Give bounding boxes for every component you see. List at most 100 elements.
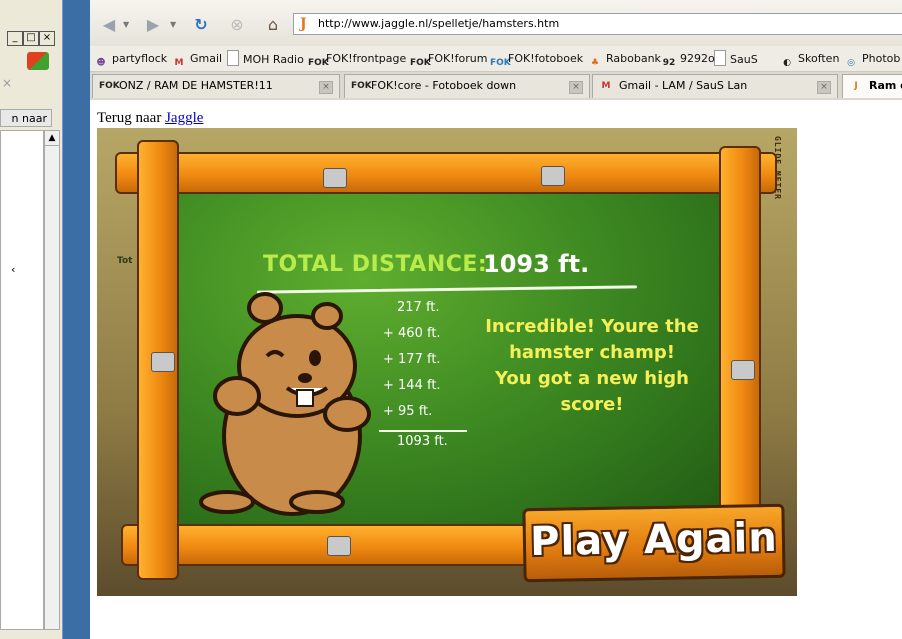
bookmark-label: partyflock <box>112 52 168 65</box>
photobucket-icon: ◎ <box>847 58 855 68</box>
9292ov-icon: 92 <box>662 58 676 68</box>
rabobank-icon: ♣ <box>590 58 600 68</box>
bookmarks-toolbar: ☻ partyflock M Gmail MOH Radio FOKFOK!frontpa… <box>90 46 902 72</box>
browser-window: ◀ ▼ ▶ ▼ ↻ ⊗ ⌂ J http://www.jaggle.nl/spe… <box>90 0 902 100</box>
bookmark-label: MOH Radio <box>243 53 304 66</box>
bracket-icon <box>151 352 175 372</box>
sum-line <box>379 430 467 432</box>
message-line: score! <box>560 394 624 415</box>
minimize-button[interactable]: _ <box>7 31 23 46</box>
page-content: Terug naar Jaggle Tot GLIDE METER TOTAL … <box>90 101 902 639</box>
fok-icon: FOK <box>99 81 120 91</box>
jaggle-icon: J <box>854 81 858 91</box>
tab-bar: FOK ONZ / RAM DE HAMSTER!11 × FOK FOK!core -… <box>90 72 902 100</box>
close-icon[interactable]: × <box>569 81 583 94</box>
bookmark-label: SauS <box>730 53 758 66</box>
bracket-icon <box>323 168 347 188</box>
background-window: _ □ × × n naar ‹ ▲ <box>0 0 63 639</box>
bookmark-label: Gmail <box>190 52 223 65</box>
bookmark-label: FOK!forum <box>428 52 488 65</box>
hamster-icon <box>199 292 371 516</box>
gmail-icon: M <box>174 58 184 68</box>
fok-icon: FOK <box>490 58 511 68</box>
bracket-icon <box>541 166 565 186</box>
bookmark-item[interactable]: FOKFOK!frontpage <box>308 50 407 68</box>
windows-logo-icon <box>27 52 49 70</box>
url-text[interactable]: http://www.jaggle.nl/spelletje/hamsters.… <box>318 17 559 30</box>
bookmark-item[interactable]: MOH Radio <box>227 50 304 67</box>
browser-tab[interactable]: J Ram d <box>842 74 902 98</box>
chevron-down-icon[interactable]: ▼ <box>170 20 176 29</box>
background-list: ‹ <box>0 130 44 630</box>
bookmark-label: FOK!fotoboek <box>508 52 584 65</box>
browser-tab[interactable]: FOK ONZ / RAM DE HAMSTER!11 × <box>92 74 340 98</box>
total-distance-label: TOTAL DISTANCE: <box>263 252 488 277</box>
tab-label: Gmail - LAM / SauS Lan <box>619 79 748 92</box>
top-plank <box>115 152 777 194</box>
close-icon[interactable]: × <box>319 81 333 94</box>
bookmark-item[interactable]: ◎ Photob <box>844 50 901 68</box>
skoften-icon: ◐ <box>783 58 791 68</box>
partyflock-icon: ☻ <box>96 58 106 68</box>
distance-item: + 95 ft. <box>383 404 433 419</box>
scroll-up-arrow-icon[interactable]: ▲ <box>45 131 59 146</box>
chevron-down-icon[interactable]: ▼ <box>123 20 129 29</box>
scrollbar[interactable]: ▲ <box>44 130 60 630</box>
tab-label: ONZ / RAM DE HAMSTER!11 <box>119 79 273 92</box>
bracket-icon <box>327 536 351 556</box>
message-line: hamster champ! <box>509 342 675 363</box>
distance-item: + 144 ft. <box>383 378 441 393</box>
bookmark-item[interactable]: SauS <box>714 50 758 67</box>
game-canvas[interactable]: Tot GLIDE METER TOTAL DISTANCE: 1093 ft.… <box>97 128 797 596</box>
distance-total: 1093 ft. <box>397 434 448 449</box>
tab-label: FOK!core - Fotoboek down <box>371 79 517 92</box>
tot-label: Tot <box>117 256 133 266</box>
total-distance-value: 1093 ft. <box>483 250 590 278</box>
bookmark-item[interactable]: FOKFOK!fotoboek <box>490 50 584 68</box>
bookmark-item[interactable]: ♣ Rabobank <box>588 50 661 68</box>
play-again-label: Play Again <box>529 514 779 566</box>
page-icon <box>227 50 239 66</box>
high-score-message: Incredible! Youre the hamster champ! You… <box>477 314 707 418</box>
distance-item: 217 ft. <box>397 300 440 315</box>
bookmark-label: FOK!frontpage <box>326 52 407 65</box>
forward-button[interactable]: ▶ <box>140 12 166 38</box>
fok-icon: FOK <box>410 58 431 68</box>
browser-tab[interactable]: M Gmail - LAM / SauS Lan × <box>592 74 838 98</box>
bookmark-item[interactable]: M Gmail <box>172 50 223 68</box>
bookmark-item[interactable]: FOKFOK!forum <box>410 50 488 68</box>
bracket-icon <box>731 360 755 380</box>
bookmark-item[interactable]: ☻ partyflock <box>94 50 168 68</box>
site-favicon-icon: J <box>300 16 307 32</box>
close-icon[interactable]: × <box>817 81 831 94</box>
tab-label: Ram d <box>869 79 902 92</box>
distance-item: + 460 ft. <box>383 326 441 341</box>
bookmark-item[interactable]: 92 9292ov <box>662 50 722 68</box>
page-icon <box>714 50 726 66</box>
maximize-button[interactable]: □ <box>23 31 39 46</box>
stop-button[interactable]: ⊗ <box>224 12 250 38</box>
bookmark-label: Skoften <box>798 52 840 65</box>
back-link-line: Terug naar Jaggle <box>97 110 203 127</box>
home-button[interactable]: ⌂ <box>260 12 286 38</box>
play-again-button[interactable]: Play Again <box>522 503 786 583</box>
chevron-left-icon[interactable]: ‹ <box>11 263 15 276</box>
background-tab-label[interactable]: n naar <box>0 109 52 127</box>
bookmark-label: Photob <box>862 52 901 65</box>
back-button[interactable]: ◀ <box>96 12 122 38</box>
gmail-icon: M <box>601 81 611 91</box>
message-line: You got a new high <box>495 368 689 389</box>
distance-item: + 177 ft. <box>383 352 441 367</box>
message-line: Incredible! Youre the <box>485 316 699 337</box>
bookmark-label: Rabobank <box>606 52 661 65</box>
address-bar[interactable]: J http://www.jaggle.nl/spelletje/hamster… <box>293 13 902 35</box>
bookmark-item[interactable]: ◐ Skoften <box>780 50 840 68</box>
back-text: Terug naar <box>97 110 162 126</box>
close-icon[interactable]: × <box>2 76 12 90</box>
jaggle-link[interactable]: Jaggle <box>165 110 203 126</box>
navigation-toolbar: ◀ ▼ ▶ ▼ ↻ ⊗ ⌂ J http://www.jaggle.nl/spe… <box>90 0 902 46</box>
fok-icon: FOK <box>351 81 372 91</box>
reload-button[interactable]: ↻ <box>188 12 214 38</box>
browser-tab[interactable]: FOK FOK!core - Fotoboek down × <box>344 74 590 98</box>
close-button[interactable]: × <box>39 31 55 46</box>
